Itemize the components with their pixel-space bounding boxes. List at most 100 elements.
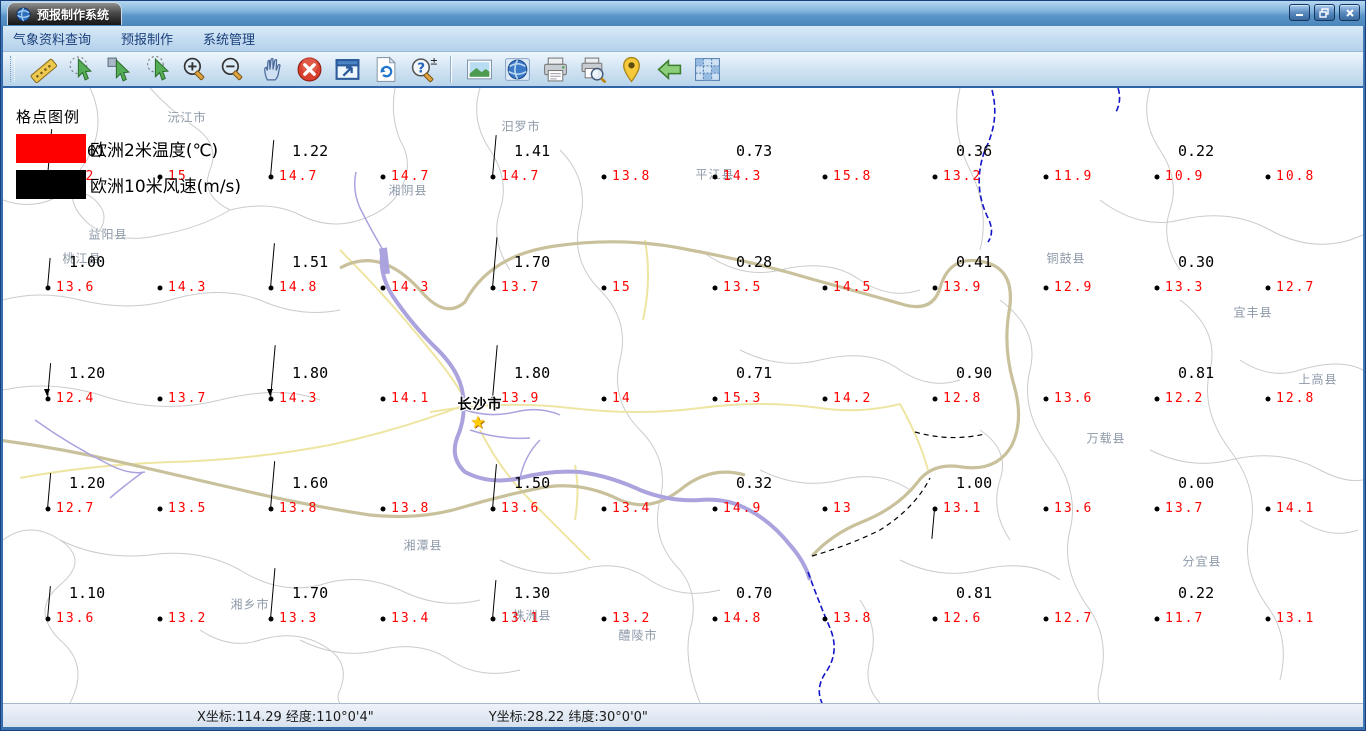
legend-swatch-red bbox=[16, 134, 86, 163]
wind-value: 1.00 bbox=[956, 474, 993, 492]
grid-point-dot bbox=[380, 616, 386, 622]
temp-value: 13.5 bbox=[723, 280, 763, 295]
wind-value: 0.32 bbox=[736, 474, 773, 492]
grid-point-dot bbox=[157, 616, 163, 622]
svg-text:?: ? bbox=[417, 60, 425, 76]
wind-value: 1.50 bbox=[514, 474, 551, 492]
refresh-icon bbox=[376, 55, 396, 82]
city-label: 宜丰县 bbox=[1233, 305, 1273, 320]
title-bar: 预报制作系统 bbox=[0, 0, 1366, 27]
temp-value: 13.3 bbox=[279, 611, 319, 626]
menu-bar: 气象资料查询 预报制作 系统管理 bbox=[0, 26, 1366, 52]
grid-point-dot bbox=[1265, 506, 1271, 512]
globe-icon bbox=[504, 57, 530, 81]
wind-barb-arrow bbox=[267, 389, 273, 396]
temp-value: 12.8 bbox=[943, 391, 983, 406]
legend-swatch-black bbox=[16, 170, 86, 199]
wind-value: 1.20 bbox=[69, 474, 106, 492]
toolbar-separator bbox=[450, 55, 452, 83]
print-button[interactable] bbox=[541, 55, 569, 83]
temp-value: 15 bbox=[612, 280, 632, 295]
identify-button[interactable]: ? ± bbox=[409, 55, 437, 83]
city-label: 汨罗市 bbox=[501, 119, 541, 134]
grid-point-dot bbox=[1154, 396, 1160, 402]
pan-button[interactable] bbox=[257, 55, 285, 83]
temp-value: 14.7 bbox=[501, 169, 541, 184]
legend-row-temperature: 欧洲2米温度(℃) bbox=[16, 134, 241, 163]
temp-value: 14.7 bbox=[391, 169, 431, 184]
city-label: 湘潭县 bbox=[403, 538, 443, 553]
wind-value: 1.30 bbox=[514, 584, 551, 602]
temp-value: 12.4 bbox=[56, 391, 96, 406]
restore-button[interactable] bbox=[1314, 4, 1335, 21]
zoom-out-button[interactable] bbox=[219, 55, 247, 83]
city-label: 万载县 bbox=[1086, 431, 1126, 446]
temp-value: 14.2 bbox=[833, 391, 873, 406]
wind-value: 0.81 bbox=[1178, 364, 1215, 382]
wind-value: 1.70 bbox=[292, 584, 329, 602]
grid-point-dot bbox=[157, 285, 163, 291]
temp-value: 12.8 bbox=[1276, 391, 1316, 406]
menu-weather-data-query[interactable]: 气象资料查询 bbox=[13, 29, 91, 48]
grid-point-dot bbox=[1154, 506, 1160, 512]
zoom-in-button[interactable] bbox=[181, 55, 209, 83]
legend-label-temperature: 欧洲2米温度(℃) bbox=[90, 141, 219, 161]
temp-value: 12.7 bbox=[56, 501, 96, 516]
menu-forecast-production[interactable]: 预报制作 bbox=[121, 29, 173, 48]
reselect-button[interactable] bbox=[143, 55, 171, 83]
status-bar: X坐标:114.29 经度:110°0'4" Y坐标:28.22 纬度:30°0… bbox=[3, 703, 1363, 727]
temp-value: 12.7 bbox=[1276, 280, 1316, 295]
legend-label-windspeed: 欧洲10米风速(m/s) bbox=[90, 177, 242, 197]
close-button[interactable] bbox=[1339, 4, 1360, 21]
select-features-button[interactable] bbox=[67, 55, 95, 83]
full-extent-button[interactable] bbox=[333, 55, 361, 83]
minimize-button[interactable] bbox=[1289, 4, 1310, 21]
grid-point-dot bbox=[601, 506, 607, 512]
temp-value: 15.8 bbox=[833, 169, 873, 184]
menu-system-management[interactable]: 系统管理 bbox=[203, 29, 255, 48]
grid-point-dot bbox=[1265, 396, 1271, 402]
image-export-button[interactable] bbox=[465, 55, 493, 83]
grid-point-dot bbox=[1265, 285, 1271, 291]
map-canvas[interactable]: 沅江市汨罗市平江县湘阴县益阳县桃江县铜鼓县宜丰县上高县万载县湘潭县分宜县湘乡市株… bbox=[3, 88, 1363, 703]
temp-value: 13.6 bbox=[1054, 391, 1094, 406]
temp-value: 12.7 bbox=[1054, 611, 1094, 626]
temp-value: 13.6 bbox=[1054, 501, 1094, 516]
temp-value: 13.8 bbox=[833, 611, 873, 626]
temp-value: 14.7 bbox=[279, 169, 319, 184]
cancel-button[interactable] bbox=[295, 55, 323, 83]
temp-value: 14.9 bbox=[723, 501, 763, 516]
city-label: 上高县 bbox=[1298, 372, 1338, 387]
temp-value: 13.9 bbox=[943, 280, 983, 295]
refresh-button[interactable] bbox=[371, 55, 399, 83]
wind-value: 0.41 bbox=[956, 253, 993, 271]
temp-value: 13.7 bbox=[501, 280, 541, 295]
grid-point-dot bbox=[1043, 396, 1049, 402]
reselect-icon bbox=[146, 55, 169, 81]
select-button[interactable] bbox=[105, 55, 133, 83]
capital-star-icon: ★ bbox=[470, 413, 486, 433]
zoom-out-icon bbox=[221, 57, 242, 80]
wind-value: 1.80 bbox=[514, 364, 551, 382]
temp-value: 14.3 bbox=[391, 280, 431, 295]
temp-value: 13 bbox=[833, 501, 853, 516]
grid-point-dot bbox=[822, 506, 828, 512]
temp-value: 10.9 bbox=[1165, 169, 1205, 184]
back-button[interactable] bbox=[655, 55, 683, 83]
grid-point-dot bbox=[157, 506, 163, 512]
toolbar-grip[interactable] bbox=[10, 56, 15, 82]
temp-value: 14.8 bbox=[279, 280, 319, 295]
wind-value: 0.00 bbox=[1178, 474, 1215, 492]
marker-button[interactable] bbox=[617, 55, 645, 83]
grid-point-dot bbox=[1043, 506, 1049, 512]
grid-point-dot bbox=[380, 174, 386, 180]
temp-value: 13.4 bbox=[612, 501, 652, 516]
grid-point-dot bbox=[380, 285, 386, 291]
grid-button[interactable] bbox=[693, 55, 721, 83]
grid-legend: 格点图例 欧洲2米温度(℃) 欧洲10米风速(m/s) bbox=[16, 106, 241, 199]
globe-button[interactable] bbox=[503, 55, 531, 83]
measure-button[interactable] bbox=[29, 55, 57, 83]
wind-value: 0.81 bbox=[956, 584, 993, 602]
window-title: 预报制作系统 bbox=[37, 7, 110, 22]
print-preview-button[interactable] bbox=[579, 55, 607, 83]
